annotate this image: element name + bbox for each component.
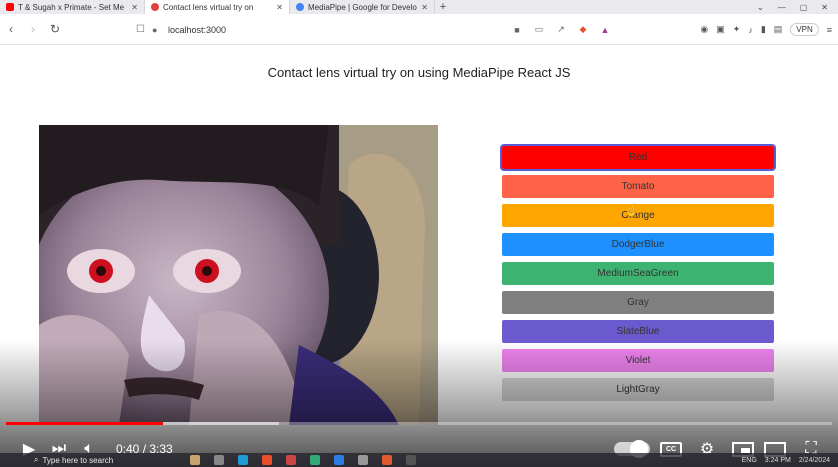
color-swatch-dodgerblue[interactable]: DodgerBlue — [502, 233, 774, 256]
vpn-button[interactable]: VPN — [790, 23, 819, 36]
app-icon[interactable] — [406, 455, 416, 465]
youtube-icon — [6, 3, 14, 11]
tab-mediapipe[interactable]: MediaPipe | Google for Developers ✕ — [290, 0, 435, 14]
maximize-icon[interactable]: ▢ — [800, 3, 808, 12]
menu-icon[interactable]: ≡ — [827, 25, 832, 35]
search-icon: ⌕ — [34, 455, 39, 464]
minimize-icon[interactable]: — — [778, 3, 786, 12]
sidebar-icon[interactable]: ▮ — [761, 24, 766, 35]
search-placeholder: Type here to search — [42, 455, 114, 465]
os-taskbar: ⌕ Type here to search ENG 3:24 PM 2/24/2… — [0, 453, 838, 467]
taskbar-apps — [190, 455, 416, 465]
played-bar — [6, 422, 163, 425]
color-swatch-red[interactable]: Red — [500, 144, 776, 171]
close-icon[interactable]: ✕ — [276, 3, 283, 12]
close-icon[interactable]: ✕ — [421, 3, 428, 12]
close-icon[interactable]: ✕ — [131, 3, 138, 12]
app-icon[interactable] — [310, 455, 320, 465]
chevron-down-icon[interactable]: ⌄ — [757, 3, 764, 12]
clock-time[interactable]: 3:24 PM — [765, 457, 791, 464]
brave-icon[interactable] — [262, 455, 272, 465]
task-view-icon[interactable] — [214, 455, 224, 465]
clock-date[interactable]: 2/24/2024 — [799, 457, 830, 464]
share-icon[interactable]: ↗ — [550, 24, 572, 35]
tab-youtube[interactable]: T & Sugah x Primate - Set Me Free ✕ — [0, 0, 145, 14]
weather-icon[interactable] — [190, 455, 200, 465]
close-window-icon[interactable]: ✕ — [821, 3, 828, 12]
reload-icon[interactable]: ↻ — [44, 22, 66, 36]
language-indicator[interactable]: ENG — [742, 457, 757, 464]
wallet-icon[interactable]: ▤ — [774, 24, 783, 35]
screenshot-icon[interactable]: ◉ — [700, 24, 708, 35]
brave-shields-icon[interactable]: ◆ — [572, 24, 594, 35]
music-icon[interactable]: ♪ — [748, 25, 753, 35]
back-icon[interactable]: ‹ — [0, 22, 22, 36]
progress-bar[interactable] — [6, 422, 832, 425]
edge-icon[interactable] — [238, 455, 248, 465]
browser-toolbar: ‹ › ↻ ☐ ● localhost:3000 ■ ▭ ↗ ◆ ▲ ◉ ▣ ✦… — [0, 14, 838, 45]
vscode-icon[interactable] — [334, 455, 344, 465]
url-text[interactable]: localhost:3000 — [168, 25, 506, 35]
settings-icon[interactable] — [358, 455, 368, 465]
screen: T & Sugah x Primate - Set Me Free ✕ Cont… — [0, 0, 838, 467]
color-swatch-tomato[interactable]: Tomato — [502, 175, 774, 198]
new-tab-button[interactable]: + — [435, 0, 451, 14]
camera-in-use-icon[interactable]: ■ — [506, 25, 528, 35]
site-info-icon[interactable]: ● — [152, 25, 168, 35]
mouse-cursor-icon: ☝ — [624, 203, 639, 217]
extension-icon[interactable]: ▣ — [716, 24, 725, 35]
cast-icon[interactable]: ▭ — [528, 24, 550, 35]
forward-icon[interactable]: › — [22, 22, 44, 36]
taskbar-search[interactable]: ⌕ Type here to search — [0, 455, 160, 465]
app-icon[interactable] — [286, 455, 296, 465]
tab-title: MediaPipe | Google for Developers — [308, 2, 417, 12]
puzzle-icon[interactable]: ✦ — [733, 24, 741, 35]
address-bar[interactable]: ☐ ● localhost:3000 ■ ▭ ↗ ◆ ▲ — [136, 19, 616, 40]
system-tray: ENG 3:24 PM 2/24/2024 — [742, 457, 838, 464]
tab-strip: T & Sugah x Primate - Set Me Free ✕ Cont… — [0, 0, 838, 14]
tab-contact-lens[interactable]: Contact lens virtual try on ✕ — [145, 0, 290, 14]
bookmark-icon[interactable]: ☐ — [136, 24, 152, 35]
git-icon[interactable] — [382, 455, 392, 465]
extension-icons: ◉ ▣ ✦ ♪ ▮ ▤ VPN ≡ — [700, 20, 832, 39]
tab-title: T & Sugah x Primate - Set Me Free — [18, 2, 127, 12]
tab-title: Contact lens virtual try on — [163, 2, 254, 12]
record-icon — [151, 3, 159, 11]
brave-rewards-icon[interactable]: ▲ — [594, 25, 616, 35]
page-title: Contact lens virtual try on using MediaP… — [267, 65, 571, 80]
window-controls: ⌄ — ▢ ✕ — [757, 0, 838, 14]
color-swatch-mediumseagreen[interactable]: MediumSeaGreen — [502, 262, 774, 285]
color-swatch-gray[interactable]: Gray — [502, 291, 774, 314]
google-icon — [296, 3, 304, 11]
